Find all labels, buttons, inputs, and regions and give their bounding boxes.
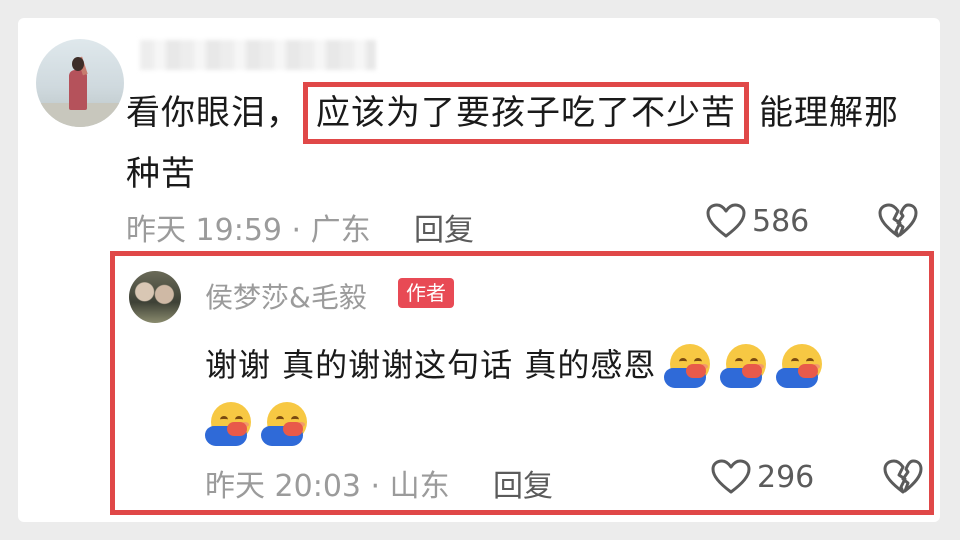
comment-text-before: 看你眼泪， bbox=[126, 93, 301, 133]
comment-like-button[interactable]: 586 bbox=[706, 203, 809, 239]
emoji-group-second-line bbox=[205, 402, 307, 448]
comment-like-count: 586 bbox=[752, 203, 810, 239]
reply-text: 谢谢 真的谢谢这句话 真的感恩 bbox=[205, 346, 657, 384]
hugging-face-emoji bbox=[261, 402, 307, 448]
emoji-group-inline bbox=[664, 344, 823, 390]
hugging-face-emoji bbox=[205, 402, 251, 448]
highlighted-phrase: 应该为了要孩子吃了不少苦 bbox=[303, 82, 749, 144]
comment-body: 看你眼泪， 应该为了要孩子吃了不少苦 能理解那种苦 bbox=[126, 82, 916, 204]
reply-reply-button[interactable]: 回复 bbox=[493, 461, 553, 505]
comment-time-location: 昨天 19:59 · 广东 bbox=[126, 213, 371, 248]
reply-dislike-button[interactable] bbox=[883, 459, 923, 503]
comment-card: 看你眼泪， 应该为了要孩子吃了不少苦 能理解那种苦 昨天 19:59 · 广东 回复… bbox=[18, 18, 940, 522]
hugging-face-emoji bbox=[664, 344, 711, 390]
heart-outline-icon bbox=[706, 203, 746, 238]
author-badge: 作者 bbox=[398, 278, 454, 308]
comment-meta-row: 昨天 19:59 · 广东 回复 586 bbox=[126, 203, 918, 248]
author-reply-highlight-box: 侯梦莎&毛毅 作者 谢谢 真的谢谢这句话 真的感恩 昨天 20:03 · 山东 … bbox=[110, 251, 934, 515]
reply-like-button[interactable]: 296 bbox=[711, 459, 814, 495]
blurred-username bbox=[140, 40, 376, 70]
avatar-figure-head bbox=[72, 57, 84, 71]
hugging-face-emoji bbox=[720, 344, 767, 390]
broken-heart-icon bbox=[883, 459, 923, 494]
heart-outline-icon bbox=[711, 459, 751, 494]
broken-heart-icon bbox=[878, 203, 918, 238]
hugging-face-emoji bbox=[776, 344, 823, 390]
reply-like-count: 296 bbox=[757, 459, 815, 495]
reply-time-location: 昨天 20:03 · 山东 bbox=[205, 469, 450, 504]
comment-dislike-button[interactable] bbox=[878, 203, 918, 247]
reply-body: 谢谢 真的谢谢这句话 真的感恩 bbox=[205, 336, 905, 394]
reply-meta-row: 昨天 20:03 · 山东 回复 296 bbox=[205, 459, 923, 504]
author-avatar[interactable] bbox=[129, 271, 181, 323]
avatar-figure-body bbox=[69, 70, 87, 110]
comment-reply-button[interactable]: 回复 bbox=[414, 205, 474, 249]
commenter-avatar[interactable] bbox=[36, 39, 124, 127]
reply-author-name[interactable]: 侯梦莎&毛毅 bbox=[205, 276, 367, 316]
